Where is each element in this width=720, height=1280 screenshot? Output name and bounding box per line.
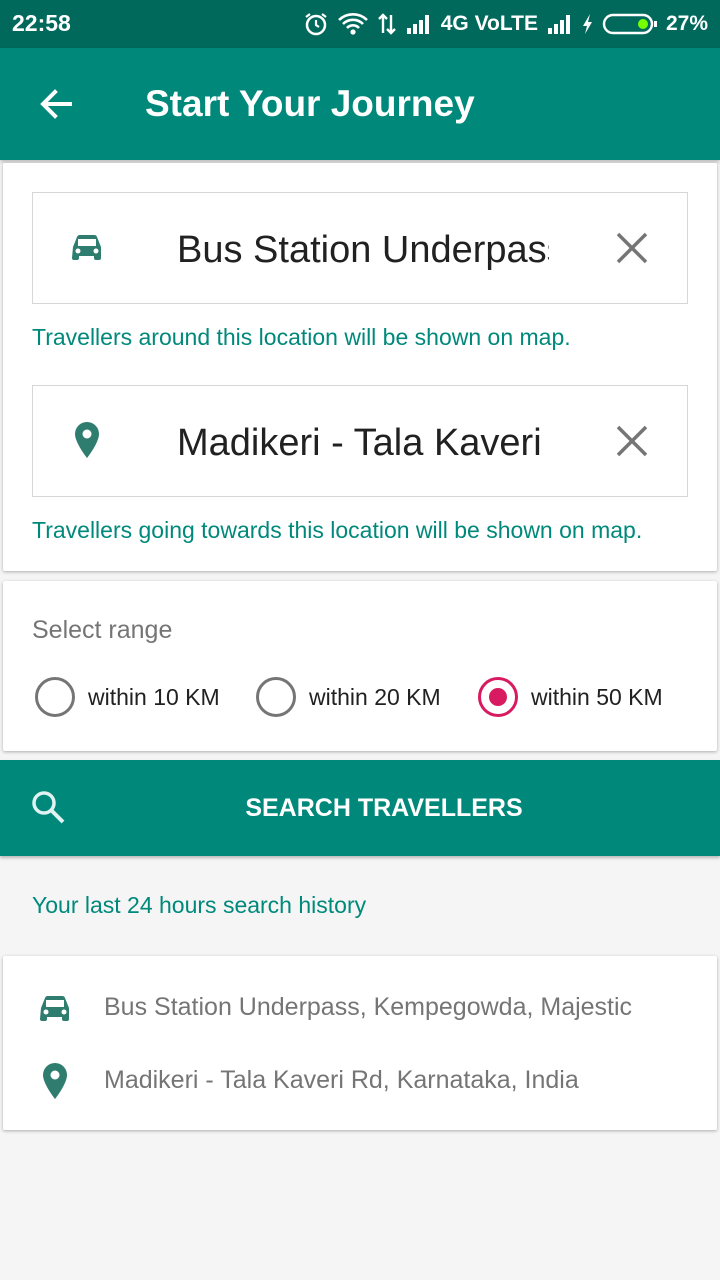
range-option-10km[interactable]: within 10 KM (35, 677, 220, 717)
search-travellers-button[interactable]: SEARCH TRAVELLERS (0, 760, 720, 856)
history-item-text: Madikeri - Tala Kaveri Rd, Karnataka, In… (104, 1066, 579, 1094)
range-card: Select range within 10 KM within 20 KM w… (3, 581, 717, 751)
signal-icon (547, 15, 570, 34)
alarm-icon (305, 13, 327, 36)
from-location-field[interactable]: Bus Station Underpass (32, 192, 688, 304)
search-button-label: SEARCH TRAVELLERS (245, 794, 523, 822)
data-arrows-icon (377, 13, 396, 35)
from-location-input[interactable]: Bus Station Underpass (177, 229, 549, 272)
radio-label: within 20 KM (309, 683, 441, 710)
close-icon[interactable] (613, 229, 651, 267)
close-icon[interactable] (613, 422, 651, 460)
battery-icon (602, 13, 657, 35)
signal-icon (406, 15, 429, 34)
history-title: Your last 24 hours search history (32, 892, 367, 918)
status-time: 22:58 (12, 10, 71, 36)
from-location-hint: Travellers around this location will be … (32, 324, 571, 350)
arrow-back-icon (40, 89, 72, 119)
to-location-field[interactable]: Madikeri - Tala Kaveri Rd (32, 385, 688, 497)
history-item-origin[interactable]: Bus Station Underpass, Kempegowda, Majes… (3, 976, 717, 1036)
to-location-input[interactable]: Madikeri - Tala Kaveri Rd (177, 422, 549, 465)
page-title: Start Your Journey (145, 83, 475, 124)
car-icon (72, 234, 101, 260)
history-card[interactable]: Bus Station Underpass, Kempegowda, Majes… (3, 956, 717, 1130)
radio-label: within 50 KM (531, 683, 663, 710)
range-option-20km[interactable]: within 20 KM (256, 677, 441, 717)
radio-button[interactable] (35, 677, 75, 717)
status-icons: 4G VoLTE 27% (303, 8, 708, 40)
to-location-hint: Travellers going towards this location w… (32, 517, 643, 543)
app-bar: Start Your Journey (0, 48, 720, 160)
history-item-destination[interactable]: Madikeri - Tala Kaveri Rd, Karnataka, In… (3, 1049, 717, 1109)
history-item-text: Bus Station Underpass, Kempegowda, Majes… (104, 993, 633, 1021)
status-bar: 22:58 4G VoLTE 27% (0, 0, 720, 48)
battery-level: 27% (665, 12, 708, 35)
radio-label: within 10 KM (88, 683, 220, 710)
location-pin-icon (43, 1063, 67, 1099)
radio-button[interactable] (256, 677, 296, 717)
back-button[interactable] (24, 80, 88, 128)
location-pin-icon (75, 422, 99, 458)
locations-card: Bus Station Underpass Travellers around … (3, 163, 717, 571)
range-label: Select range (32, 616, 173, 644)
range-option-50km[interactable]: within 50 KM (478, 677, 663, 717)
network-type: 4G VoLTE (440, 12, 538, 35)
charging-icon (582, 14, 592, 34)
radio-button-checked[interactable] (478, 677, 518, 717)
wifi-icon (337, 13, 368, 35)
car-icon (40, 995, 69, 1021)
